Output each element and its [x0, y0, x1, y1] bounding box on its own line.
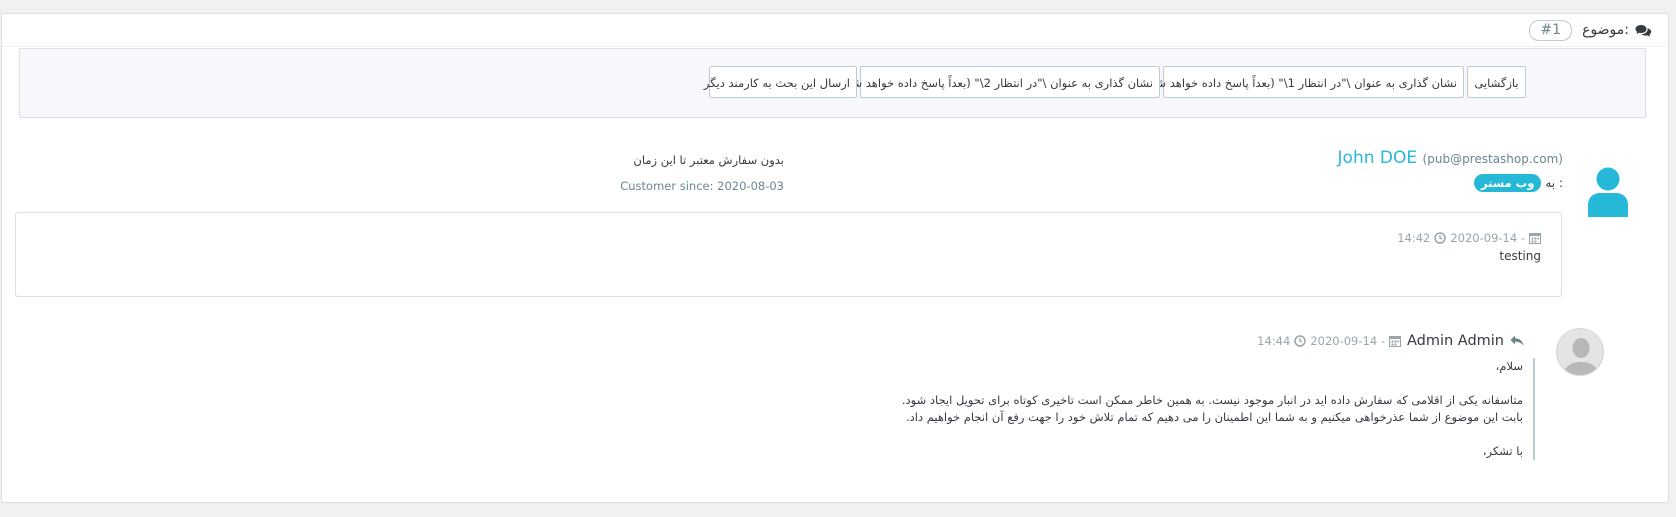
to-label: به :: [1545, 176, 1563, 190]
customer-name: John DOE (pub@prestashop.com): [1338, 148, 1563, 168]
reply-author-name: Admin Admin: [1406, 333, 1504, 349]
customer-message-date: 2020-09-14 -: [1450, 231, 1525, 245]
customer-message-meta: 2020-09-14 - 14:42: [1397, 231, 1541, 245]
reply-greeting: سلام،: [1495, 359, 1523, 373]
reply-body: سلام، متاسفانه یکی از اقلامی که سفارش دا…: [902, 358, 1535, 460]
clock-icon: [1294, 335, 1307, 347]
reply-date: 2020-09-14 -: [1310, 334, 1385, 348]
reply-icon: [1510, 335, 1524, 347]
recipient-row: به : وب مستر: [1473, 174, 1563, 192]
thread-id-badge: #1: [1529, 19, 1573, 41]
calendar-icon: [1388, 335, 1401, 347]
customer-message-time: 14:42: [1397, 231, 1431, 245]
reply-line-1: متاسفانه یکی از اقلامی که سفارش داده اید…: [901, 393, 1523, 407]
mark-pending-1-button[interactable]: نشان گذاری به عنوان \"در انتظار 1\" (بعد…: [1146, 66, 1464, 98]
customer-message-text: testing: [1499, 249, 1541, 263]
subject-label: موضوع:: [1582, 22, 1629, 38]
admin-avatar: [1556, 328, 1604, 376]
forward-to-employee-button[interactable]: ارسال این بحث به کارمند دیگر: [704, 66, 857, 98]
clock-icon: [1434, 232, 1447, 244]
thread-actions-toolbar: بازگشایی نشان گذاری به عنوان \"در انتظار…: [19, 48, 1646, 118]
recipient-badge: وب مستر: [1473, 174, 1542, 192]
thread-heading: موضوع: #1: [1529, 19, 1652, 41]
reply-meta: 2020-09-14 - 14:44: [1257, 334, 1401, 348]
calendar-icon: [1529, 232, 1541, 244]
reopen-button[interactable]: بازگشایی: [1467, 66, 1526, 98]
reply-time: 14:44: [1257, 334, 1291, 348]
reply-header: Admin Admin 2020-09-14 - 14:44: [1257, 333, 1524, 349]
customer-orders-info: بدون سفارش معتبر تا این زمان: [633, 153, 784, 167]
user-icon: [1586, 167, 1630, 217]
reply-line-2: بابت این موضوع از شما عذرخواهی میکنیم و …: [905, 410, 1523, 424]
customer-message-box: 2020-09-14 - 14:42 testing: [15, 212, 1562, 297]
customer-since: Customer since: 2020-08-03: [620, 179, 784, 193]
customer-email: (pub@prestashop.com): [1422, 152, 1563, 166]
customer-name-text[interactable]: John DOE: [1338, 148, 1418, 168]
panel-heading: موضوع: #1: [2, 14, 1668, 47]
reply-closing: با تشکر،: [1482, 444, 1523, 458]
comments-icon: [1635, 24, 1652, 37]
mark-pending-2-button[interactable]: نشان گذاری به عنوان \"در انتظار 2\" (بعد…: [842, 66, 1160, 98]
